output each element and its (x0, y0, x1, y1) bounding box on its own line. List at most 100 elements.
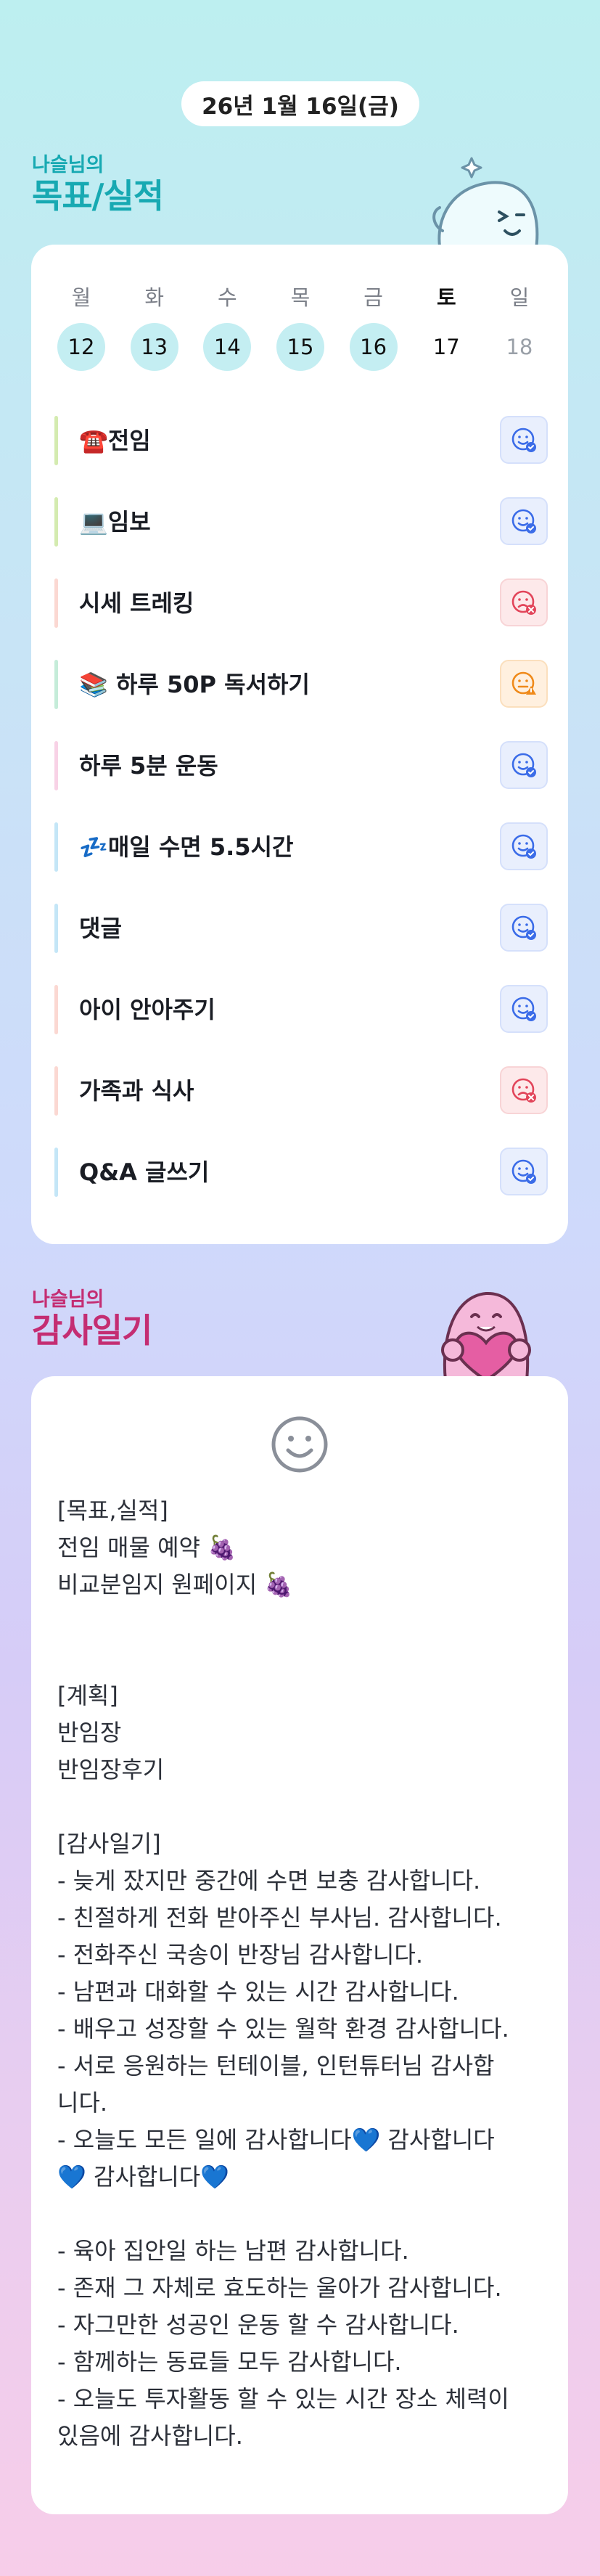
journal-card: [목표,실적] 전임 매물 예약 🍇 비교분임지 원페이지 🍇 [계획] 반임장 반임장후… (31, 1376, 568, 2514)
goal-label: 댓글 (79, 915, 122, 942)
smile-icon (271, 1416, 328, 1473)
goals-owner-label: 나슬님의 (32, 154, 104, 176)
journal-line: - 함께하는 동료들 모두 감사합니다. (57, 2348, 402, 2376)
goal-color-bar (54, 822, 58, 872)
goal-label: 💤매일 수면 5.5시간 (79, 833, 294, 861)
smile-check-icon[interactable] (500, 741, 548, 789)
journal-line: 반임장후기 (57, 1756, 165, 1783)
goal-item[interactable]: 가족과 식사 (54, 1056, 548, 1137)
journal-line: - 자그만한 성공인 운동 할 수 감사합니다. (57, 2311, 459, 2339)
journal-line: - 오늘도 투자활동 할 수 있는 시간 장소 체력이 (57, 2385, 509, 2413)
journal-line: - 전화주신 국송이 반장님 감사합니다. (57, 1941, 424, 1968)
journal-section-label: 나슬님의 감사일기 (32, 1288, 152, 1349)
smile-check-icon[interactable] (500, 904, 548, 952)
smile-check-icon[interactable] (500, 497, 548, 545)
frown-x-icon[interactable] (500, 578, 548, 626)
smile-check-icon[interactable] (500, 822, 548, 870)
goal-color-bar (54, 578, 58, 628)
day-date: 13 (130, 323, 178, 371)
date-display: 26년 1월 16일(금) (181, 81, 419, 126)
day-name: 목 (290, 285, 311, 310)
goals-section-label: 나슬님의 목표/실적 (32, 154, 164, 216)
goal-item[interactable]: 하루 5분 운동 (54, 731, 548, 812)
goal-label: 하루 5분 운동 (79, 752, 218, 780)
week-strip: 월 12 화 13 수 14 목 15 금 16 토 17 일 18 (57, 281, 543, 371)
day-date: 16 (349, 323, 398, 371)
goal-label: 가족과 식사 (79, 1077, 194, 1105)
journal-line: 니다. (57, 2089, 108, 2117)
journal-line: - 육아 집안일 하는 남편 감사합니다. (57, 2237, 409, 2265)
day-date: 14 (203, 323, 252, 371)
journal-line: 반임장 (57, 1719, 122, 1746)
journal-line: [목표,실적] (57, 1497, 168, 1524)
journal-line: [계획] (57, 1682, 118, 1709)
journal-line: - 배우고 성장할 수 있는 월학 환경 감사합니다. (57, 2015, 509, 2043)
day-date: 15 (276, 323, 324, 371)
goal-color-bar (54, 1148, 58, 1197)
smile-check-icon[interactable] (500, 1148, 548, 1195)
journal-line: - 존재 그 자체로 효도하는 울아가 감사합니다. (57, 2274, 502, 2302)
journal-line (57, 1788, 551, 1825)
goals-title: 목표/실적 (32, 176, 164, 216)
day-fri[interactable]: 금 16 (349, 281, 398, 371)
day-name: 금 (363, 285, 383, 310)
day-wed[interactable]: 수 14 (203, 281, 252, 371)
journal-line (57, 1603, 551, 1640)
goal-color-bar (54, 904, 58, 953)
goal-item[interactable]: 💻임보 (54, 487, 548, 568)
journal-text: [목표,실적] 전임 매물 예약 🍇 비교분임지 원페이지 🍇 [계획] 반임장 반임장후… (57, 1492, 551, 2455)
goal-label: 아이 안아주기 (79, 996, 215, 1023)
frown-x-icon[interactable] (500, 1066, 548, 1114)
goal-label: Q&A 글쓰기 (79, 1158, 210, 1186)
day-tue[interactable]: 화 13 (130, 281, 178, 371)
journal-title: 감사일기 (32, 1311, 152, 1350)
heart-mascot-icon (441, 1291, 531, 1381)
journal-line: 💙 감사합니다💙 (57, 2163, 230, 2191)
ghost-mascot-icon (432, 157, 539, 254)
goal-color-bar (54, 416, 58, 465)
goals-card: 월 12 화 13 수 14 목 15 금 16 토 17 일 18 ☎️전임 💻… (31, 245, 568, 1244)
goal-item[interactable]: ☎️전임 (54, 406, 548, 487)
journal-owner-label: 나슬님의 (32, 1288, 104, 1311)
goal-color-bar (54, 497, 58, 547)
journal-line: - 남편과 대화할 수 있는 시간 감사합니다. (57, 1978, 459, 2005)
goal-item[interactable]: 💤매일 수면 5.5시간 (54, 812, 548, 894)
journal-line: - 오늘도 모든 일에 감사합니다💙 감사합니다 (57, 2126, 495, 2154)
goal-label: 💻임보 (79, 508, 151, 536)
day-name: 화 (144, 285, 164, 310)
day-name: 수 (217, 285, 237, 310)
day-date: 18 (506, 335, 533, 359)
smile-check-icon[interactable] (500, 416, 548, 464)
goal-item[interactable]: 댓글 (54, 894, 548, 975)
journal-line: - 늦게 잤지만 중간에 수면 보충 감사합니다. (57, 1867, 481, 1894)
day-name: 토 (436, 285, 456, 310)
goal-label: 📚 하루 50P 독서하기 (79, 671, 310, 698)
goal-label: 시세 트레킹 (79, 589, 194, 617)
day-thu[interactable]: 목 15 (276, 281, 324, 371)
smile-check-icon[interactable] (500, 985, 548, 1033)
journal-line: - 서로 응원하는 턴테이블, 인턴튜터님 감사합 (57, 2052, 495, 2080)
day-mon[interactable]: 월 12 (57, 281, 105, 371)
journal-line: 비교분임지 원페이지 🍇 (57, 1571, 294, 1598)
day-date: 12 (57, 323, 105, 371)
day-sat[interactable]: 토 17 (422, 281, 470, 371)
journal-line: - 친절하게 전화 받아주신 부사님. 감사합니다. (57, 1904, 502, 1931)
goal-item[interactable]: 시세 트레킹 (54, 568, 548, 650)
day-date: 17 (432, 335, 460, 359)
journal-line (57, 1640, 551, 1677)
goal-label: ☎️전임 (79, 427, 151, 454)
goal-item[interactable]: Q&A 글쓰기 (54, 1137, 548, 1219)
goal-color-bar (54, 660, 58, 709)
goal-color-bar (54, 985, 58, 1034)
neutral-warning-icon[interactable] (500, 660, 548, 708)
goal-item[interactable]: 📚 하루 50P 독서하기 (54, 650, 548, 731)
journal-line (57, 2196, 551, 2233)
journal-line: 있음에 감사합니다. (57, 2422, 243, 2450)
day-name: 월 (71, 285, 91, 310)
goal-list: ☎️전임 💻임보시세 트레킹 📚 하루 50P 독서하기하루 5분 운동 💤매일 수면… (54, 406, 548, 1219)
journal-line: [감사일기] (57, 1830, 161, 1857)
goal-color-bar (54, 1066, 58, 1116)
day-sun[interactable]: 일 18 (496, 281, 543, 371)
goal-color-bar (54, 741, 58, 790)
goal-item[interactable]: 아이 안아주기 (54, 975, 548, 1056)
